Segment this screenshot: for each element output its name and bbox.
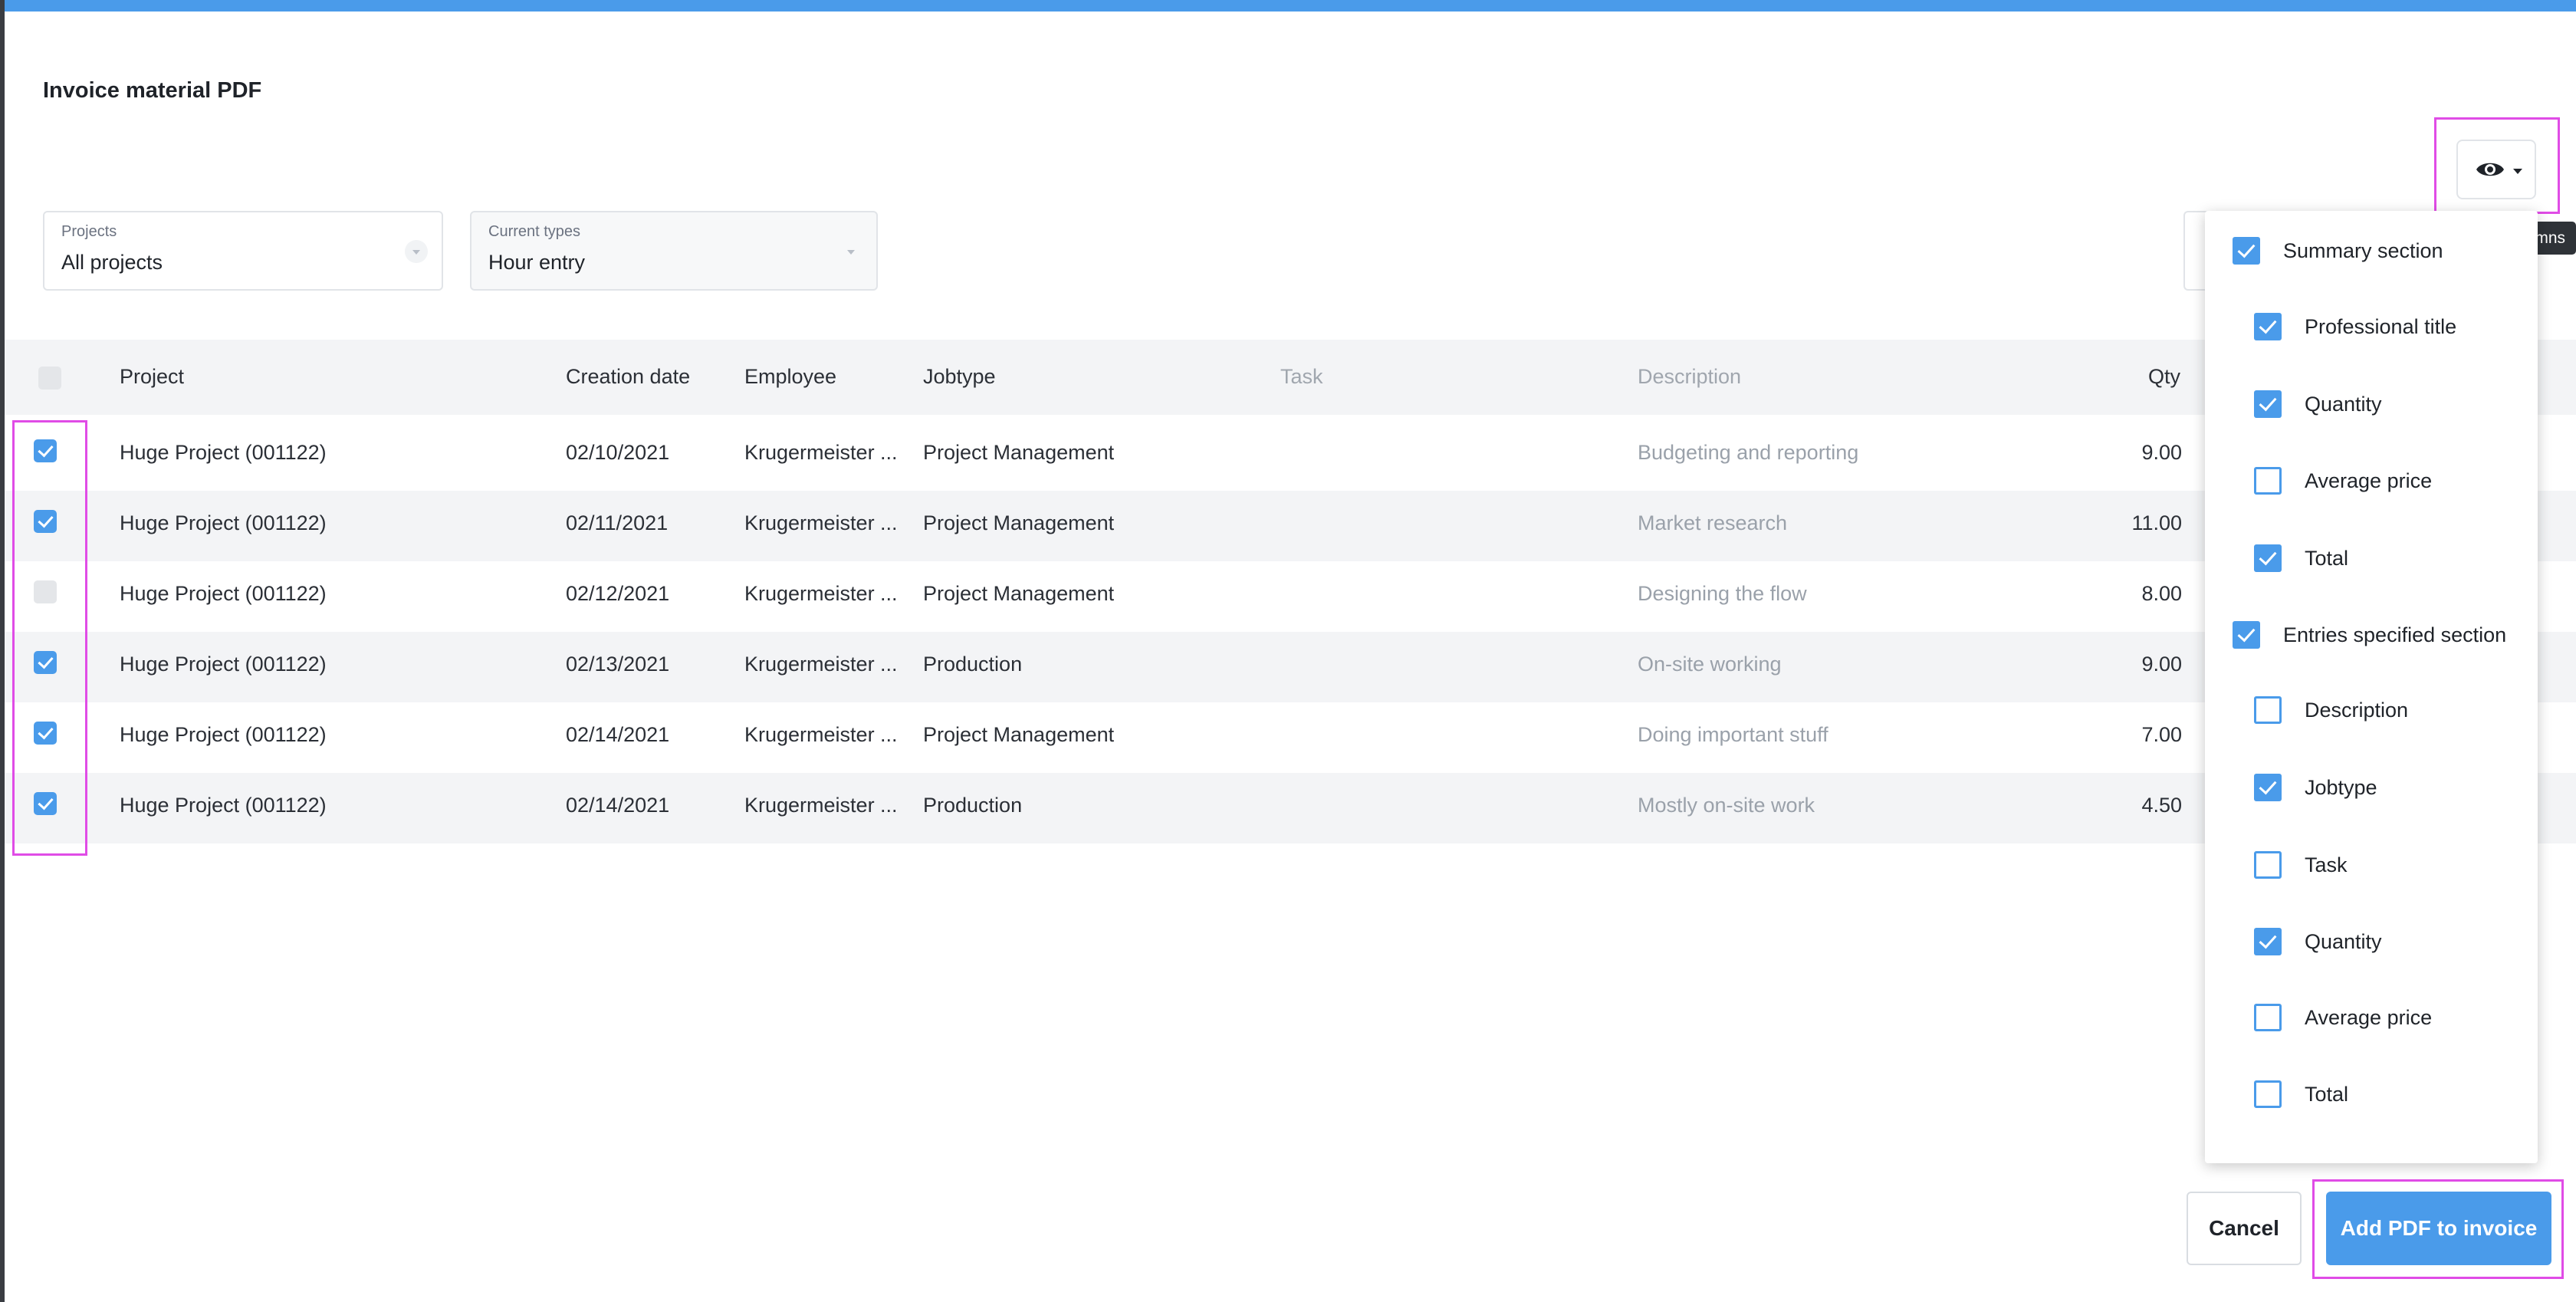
column-menu-label: Summary section — [2283, 239, 2443, 262]
cell-jobtype: Project Management — [923, 511, 1115, 534]
cell-description: Market research — [1638, 511, 1788, 534]
cancel-button[interactable]: Cancel — [2187, 1192, 2302, 1265]
highlight-row-checkboxes — [12, 420, 87, 856]
table-row[interactable] — [5, 420, 2576, 491]
cell-qty: 8.00 — [2141, 582, 2182, 605]
column-menu-label: Entries specified section — [2283, 623, 2507, 646]
cell-qty: 11.00 — [2131, 511, 2182, 534]
column-visibility-menu: Summary section Professional title Quantit… — [2205, 211, 2538, 1163]
cell-description: Doing important stuff — [1638, 723, 1829, 746]
cell-project: Huge Project (001122) — [120, 511, 327, 534]
cell-project: Huge Project (001122) — [120, 441, 327, 464]
column-menu-label: Task — [2305, 853, 2348, 876]
column-menu-checkbox[interactable] — [2254, 774, 2282, 801]
table-row[interactable] — [5, 491, 2576, 561]
current-types-label: Current types — [488, 223, 581, 240]
column-menu-checkbox[interactable] — [2254, 928, 2282, 955]
projects-select-label: Projects — [61, 223, 117, 240]
column-menu-label: Jobtype — [2305, 776, 2377, 799]
cell-creation-date: 02/14/2021 — [566, 794, 670, 817]
projects-select-value: All projects — [61, 251, 163, 274]
cell-jobtype: Project Management — [923, 441, 1115, 464]
cell-creation-date: 02/13/2021 — [566, 653, 670, 676]
cell-qty: 7.00 — [2141, 723, 2182, 746]
column-menu-checkbox[interactable] — [2233, 237, 2260, 265]
cell-jobtype: Project Management — [923, 582, 1115, 605]
column-menu-label: Total — [2305, 547, 2349, 570]
cell-description: On-site working — [1638, 653, 1782, 676]
cell-employee: Krugermeister ... — [744, 794, 898, 817]
cell-creation-date: 02/12/2021 — [566, 582, 670, 605]
column-menu-checkbox[interactable] — [2254, 1080, 2282, 1108]
column-menu-checkbox[interactable] — [2233, 621, 2260, 649]
column-menu-label: Quantity — [2305, 930, 2382, 953]
cell-qty: 9.00 — [2141, 441, 2182, 464]
highlight-eye-button — [2434, 117, 2560, 214]
column-menu-label: Description — [2305, 699, 2409, 722]
projects-select[interactable]: Projects All projects — [43, 211, 443, 291]
chevron-down-icon[interactable] — [840, 240, 863, 263]
column-menu-label: Average price — [2305, 1006, 2433, 1029]
cell-project: Huge Project (001122) — [120, 582, 327, 605]
cell-project: Huge Project (001122) — [120, 794, 327, 817]
cell-project: Huge Project (001122) — [120, 723, 327, 746]
highlight-add-button — [2312, 1179, 2564, 1279]
cell-creation-date: 02/10/2021 — [566, 441, 670, 464]
column-menu-checkbox[interactable] — [2254, 696, 2282, 724]
column-menu-checkbox[interactable] — [2254, 544, 2282, 572]
column-header-description[interactable]: Description — [1638, 365, 1741, 389]
column-menu-checkbox[interactable] — [2254, 1004, 2282, 1031]
column-header-task[interactable]: Task — [1280, 365, 1323, 389]
cell-creation-date: 02/11/2021 — [566, 511, 669, 534]
column-menu-checkbox[interactable] — [2254, 467, 2282, 495]
cell-qty: 9.00 — [2141, 653, 2182, 676]
cell-employee: Krugermeister ... — [744, 441, 898, 464]
column-menu-label: Professional title — [2305, 315, 2457, 338]
cell-employee: Krugermeister ... — [744, 723, 898, 746]
column-header-project[interactable]: Project — [120, 365, 184, 389]
column-menu-label: Total — [2305, 1083, 2349, 1106]
column-menu-checkbox[interactable] — [2254, 390, 2282, 418]
cell-description: Mostly on-site work — [1638, 794, 1815, 817]
cell-description: Designing the flow — [1638, 582, 1807, 605]
column-menu-checkbox[interactable] — [2254, 313, 2282, 340]
cell-employee: Krugermeister ... — [744, 582, 898, 605]
column-header-creation-date[interactable]: Creation date — [566, 365, 690, 389]
cell-employee: Krugermeister ... — [744, 653, 898, 676]
dialog-title: Invoice material PDF — [43, 78, 262, 103]
column-header-qty[interactable]: Qty — [2148, 365, 2180, 389]
column-header-employee[interactable]: Employee — [744, 365, 836, 389]
current-types-value: Hour entry — [488, 251, 586, 274]
cell-qty: 4.50 — [2141, 794, 2182, 817]
cell-employee: Krugermeister ... — [744, 511, 898, 534]
current-types-select[interactable]: Current types Hour entry — [470, 211, 878, 291]
top-accent-bar — [0, 0, 2576, 12]
column-header-jobtype[interactable]: Jobtype — [923, 365, 996, 389]
cell-project: Huge Project (001122) — [120, 653, 327, 676]
cell-jobtype: Production — [923, 794, 1023, 817]
select-all-checkbox[interactable] — [38, 367, 61, 390]
column-menu-label: Average price — [2305, 469, 2433, 492]
table-row[interactable] — [5, 773, 2576, 843]
cell-description: Budgeting and reporting — [1638, 441, 1859, 464]
chevron-down-icon[interactable] — [405, 240, 428, 263]
cell-creation-date: 02/14/2021 — [566, 723, 670, 746]
cell-jobtype: Project Management — [923, 723, 1115, 746]
column-menu-checkbox[interactable] — [2254, 851, 2282, 879]
table-row[interactable] — [5, 561, 2576, 632]
table-row[interactable] — [5, 702, 2576, 773]
column-menu-label: Quantity — [2305, 393, 2382, 416]
cell-jobtype: Production — [923, 653, 1023, 676]
table-row[interactable] — [5, 632, 2576, 702]
